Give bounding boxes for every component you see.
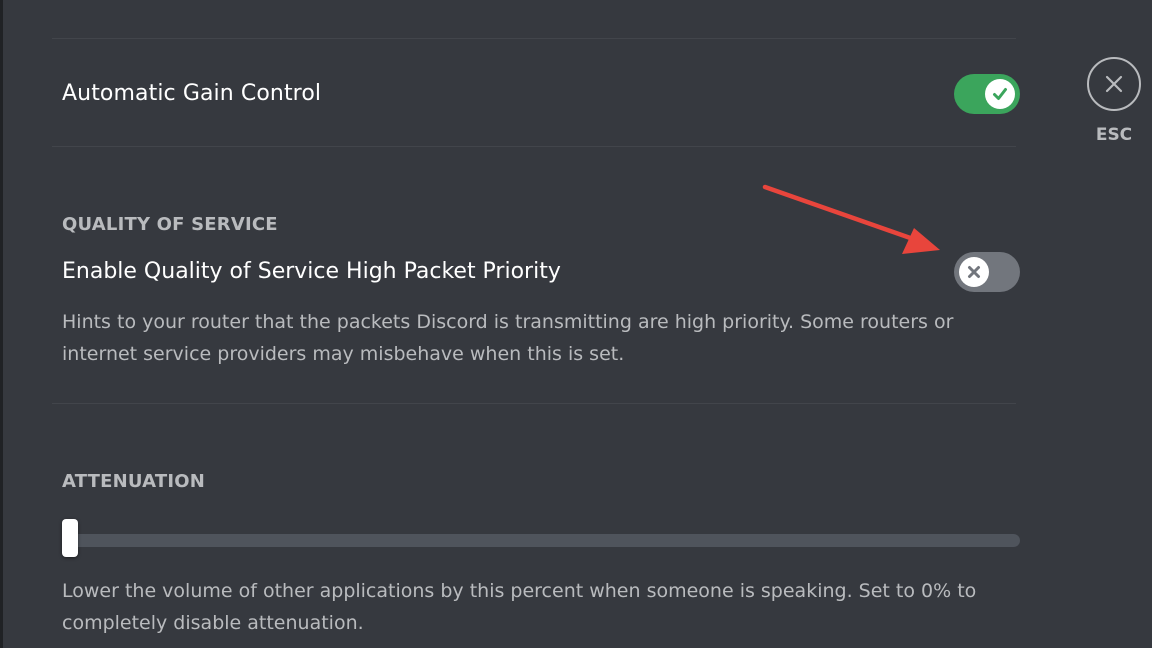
annotation-arrow	[762, 184, 940, 254]
voice-settings-page: Automatic Gain Control QUALITY OF SERVIC…	[0, 0, 1152, 648]
